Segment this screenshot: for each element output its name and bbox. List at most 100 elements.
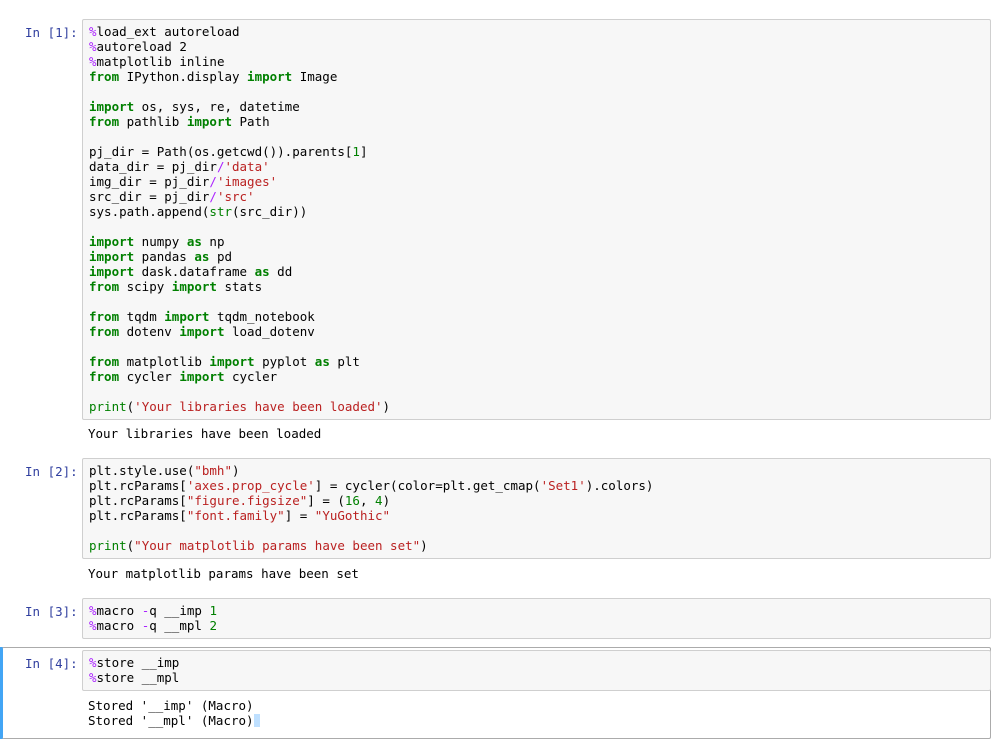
code-token: import <box>164 309 210 324</box>
code-token: 16 <box>344 493 360 508</box>
code-line: import os, sys, re, datetime <box>89 99 984 114</box>
code-token: from <box>89 369 120 384</box>
code-token: import <box>89 249 135 264</box>
code-text: %macro -q __imp 1 %macro -q __mpl 2 <box>89 603 984 633</box>
code-token: ] = cycler(color=plt.get_cmap( <box>314 478 541 493</box>
output-text: Your matplotlib params have been set <box>88 566 359 581</box>
code-token: import <box>89 234 135 249</box>
code-token: data_dir = pj_dir <box>89 159 217 174</box>
code-token: 'Your libraries have been loaded' <box>134 399 383 414</box>
code-line: %load_ext autoreload <box>89 24 984 39</box>
code-token: pandas <box>134 249 195 264</box>
code-token: as <box>254 264 270 279</box>
code-token: load_dotenv <box>224 324 315 339</box>
code-token: "YuGothic" <box>314 508 391 523</box>
code-token: load_ext autoreload <box>96 24 240 39</box>
code-token: dotenv <box>119 324 180 339</box>
output-line: Stored '__imp' (Macro) <box>88 698 260 713</box>
output-line: Stored '__mpl' (Macro) <box>88 713 260 728</box>
code-token: / <box>209 174 217 189</box>
code-token: src_dir = pj_dir <box>89 189 210 204</box>
code-token: pj_dir = Path(os.getcwd()).parents[ <box>89 144 353 159</box>
code-token: "font.family" <box>186 508 285 523</box>
code-token: (src_dir)) <box>232 204 308 219</box>
code-token: ) <box>382 399 391 414</box>
code-token: stats <box>216 279 263 294</box>
code-token: print <box>89 399 127 414</box>
code-token: % <box>89 618 97 633</box>
code-token: 1 <box>352 144 360 159</box>
code-token: "bmh" <box>194 463 232 478</box>
code-line: import pandas as pd <box>89 249 984 264</box>
notebook: In [1]: %load_ext autoreload %autoreload … <box>0 0 999 745</box>
output-line: Your matplotlib params have been set <box>88 566 359 581</box>
code-token: plt.style.use( <box>89 463 195 478</box>
cell-prompt: In [2]: <box>25 464 78 479</box>
code-line: plt.rcParams['axes.prop_cycle'] = cycler… <box>89 478 984 493</box>
text-cursor <box>253 714 260 727</box>
code-token: os, sys, re, datetime <box>134 99 300 114</box>
code-line: from cycler import cycler <box>89 369 984 384</box>
code-line: %matplotlib inline <box>89 54 984 69</box>
code-token: from <box>89 309 120 324</box>
code-token: import <box>179 324 225 339</box>
code-token: as <box>194 249 210 264</box>
code-line: from pathlib import Path <box>89 114 984 129</box>
code-token: cycler <box>119 369 180 384</box>
code-line: data_dir = pj_dir/'data' <box>89 159 984 174</box>
code-line: import numpy as np <box>89 234 984 249</box>
code-token: q __mpl <box>149 618 210 633</box>
code-token: np <box>201 234 225 249</box>
code-token: import <box>179 369 225 384</box>
code-token: 4 <box>375 493 383 508</box>
code-token: 2 <box>209 618 217 633</box>
code-token: ).colors) <box>585 478 654 493</box>
code-text: %store __imp %store __mpl <box>89 655 984 685</box>
code-token: ] <box>359 144 368 159</box>
code-token: import <box>209 354 255 369</box>
code-line: import dask.dataframe as dd <box>89 264 984 279</box>
code-token: Image <box>292 69 338 84</box>
code-token: from <box>89 279 120 294</box>
code-input[interactable]: %store __imp %store __mpl <box>82 650 991 691</box>
output-text: Stored '__mpl' (Macro) <box>88 713 254 728</box>
code-token: dask.dataframe <box>134 264 255 279</box>
code-line: from dotenv import load_dotenv <box>89 324 984 339</box>
code-token: % <box>89 655 97 670</box>
code-token: plt.rcParams[ <box>89 478 187 493</box>
code-token: numpy <box>134 234 187 249</box>
code-token: import <box>247 69 293 84</box>
code-input[interactable]: plt.style.use("bmh") plt.rcParams['axes.p… <box>82 458 991 559</box>
code-token: from <box>89 354 120 369</box>
code-token: IPython.display <box>119 69 248 84</box>
code-token: macro <box>96 618 142 633</box>
code-input[interactable]: %load_ext autoreload %autoreload 2 %matplo… <box>82 19 991 420</box>
code-token: from <box>89 69 120 84</box>
code-token: 'axes.prop_cycle' <box>186 478 315 493</box>
code-line: from scipy import stats <box>89 279 984 294</box>
code-token: "Your matplotlib params have been set" <box>134 538 421 553</box>
code-cell-1[interactable]: In [1]: %load_ext autoreload %autoreload … <box>0 0 999 450</box>
code-line: sys.path.append(str(src_dir)) <box>89 204 984 219</box>
code-input[interactable]: %macro -q __imp 1 %macro -q __mpl 2 <box>82 598 991 639</box>
output-text: Stored '__imp' (Macro) <box>88 698 254 713</box>
code-token: plt <box>329 354 360 369</box>
code-token: cycler <box>224 369 278 384</box>
code-token: 'Set1' <box>540 478 586 493</box>
code-line: pj_dir = Path(os.getcwd()).parents[1] <box>89 144 984 159</box>
code-token: import <box>171 279 217 294</box>
cell-output: Your matplotlib params have been set <box>88 566 359 581</box>
code-text: %load_ext autoreload %autoreload 2 %matplo… <box>89 24 984 414</box>
code-token: autoreload 2 <box>96 39 187 54</box>
code-line: from IPython.display import Image <box>89 69 984 84</box>
code-token: print <box>89 538 127 553</box>
code-line: print("Your matplotlib params have been … <box>89 538 984 553</box>
code-token: macro <box>96 603 142 618</box>
code-line: %macro -q __mpl 2 <box>89 618 984 633</box>
code-token: % <box>89 670 97 685</box>
code-token: ] = <box>284 508 315 523</box>
